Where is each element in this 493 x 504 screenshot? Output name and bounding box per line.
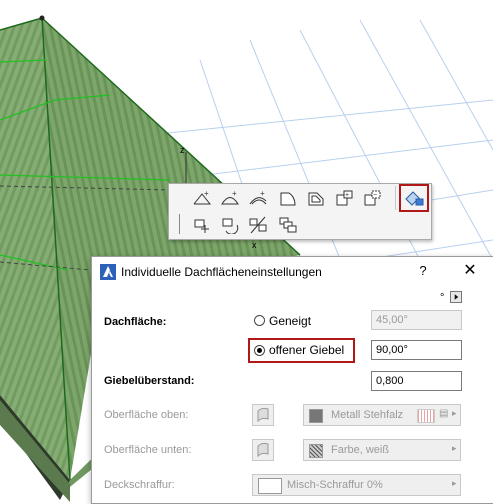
open-gable-radio[interactable] bbox=[254, 345, 265, 356]
add-polygon-icon[interactable]: + bbox=[333, 188, 355, 208]
surface-bottom-label: Oberfläche unten: bbox=[104, 444, 192, 456]
surface-bottom-popup: Farbe, weiß ▸ bbox=[303, 439, 461, 461]
dialog-title: Individuelle Dachflächeneinstellungen bbox=[121, 265, 322, 279]
sloped-option-label[interactable]: Geneigt bbox=[269, 314, 311, 328]
drag-icon[interactable] bbox=[191, 215, 213, 235]
close-button[interactable]: ✕ bbox=[460, 262, 480, 282]
svg-text:+: + bbox=[345, 192, 349, 199]
cover-fill-value: Misch-Schraffur 0% bbox=[287, 479, 383, 491]
svg-text:−: − bbox=[373, 192, 377, 199]
rotate-icon[interactable] bbox=[219, 215, 241, 235]
degree-unit-label: ° bbox=[440, 292, 445, 304]
sloped-radio[interactable] bbox=[254, 315, 265, 326]
unit-popup-arrow[interactable] bbox=[450, 291, 462, 303]
curve-node-icon[interactable]: + bbox=[219, 188, 241, 208]
surface-bottom-value: Farbe, weiß bbox=[331, 444, 390, 456]
multiply-icon[interactable] bbox=[277, 215, 299, 235]
mirror-icon[interactable] bbox=[247, 215, 269, 235]
gable-overhang-field[interactable]: 0,800 bbox=[371, 371, 462, 391]
svg-text:+: + bbox=[204, 189, 209, 198]
surface-top-pickup-icon bbox=[252, 404, 274, 426]
archicad-app-icon bbox=[100, 264, 116, 280]
roof-plane-label: Dachfläche: bbox=[104, 316, 167, 328]
custom-roof-plane-settings-dialog: Individuelle Dachflächeneinstellungen ? … bbox=[91, 256, 493, 504]
surface-top-label: Oberfläche oben: bbox=[104, 409, 189, 421]
svg-text:+: + bbox=[260, 189, 265, 198]
svg-text:+: + bbox=[232, 189, 237, 198]
dialog-title-bar[interactable]: Individuelle Dachflächeneinstellungen ? … bbox=[92, 257, 493, 287]
surface-top-popup: Metall Stehfalz ▤ ▸ bbox=[303, 404, 461, 426]
surface-bottom-pickup-icon bbox=[252, 439, 274, 461]
help-button[interactable]: ? bbox=[414, 263, 432, 281]
gable-angle-field[interactable]: 90,00° bbox=[371, 340, 462, 360]
slope-angle-field: 45,00° bbox=[371, 310, 462, 330]
open-gable-option-label[interactable]: offener Giebel bbox=[269, 343, 344, 357]
pet-palette: + + + + − bbox=[168, 183, 432, 240]
z-axis-label: z bbox=[180, 145, 185, 155]
cover-fill-label: Deckschraffur: bbox=[104, 479, 175, 491]
x-axis-label: x bbox=[252, 240, 257, 250]
cover-fill-popup: Misch-Schraffur 0% ▸ bbox=[252, 474, 461, 496]
gable-overhang-label: Giebelüberstand: bbox=[104, 375, 195, 387]
offset-edge-icon[interactable] bbox=[277, 188, 299, 208]
surface-top-value: Metall Stehfalz bbox=[331, 409, 404, 421]
add-node-icon[interactable]: + bbox=[191, 188, 213, 208]
subtract-polygon-icon[interactable]: − bbox=[361, 188, 383, 208]
offset-all-edges-icon[interactable] bbox=[305, 188, 327, 208]
custom-roof-settings-icon[interactable] bbox=[403, 188, 425, 208]
arc-node-icon[interactable]: + bbox=[247, 188, 269, 208]
